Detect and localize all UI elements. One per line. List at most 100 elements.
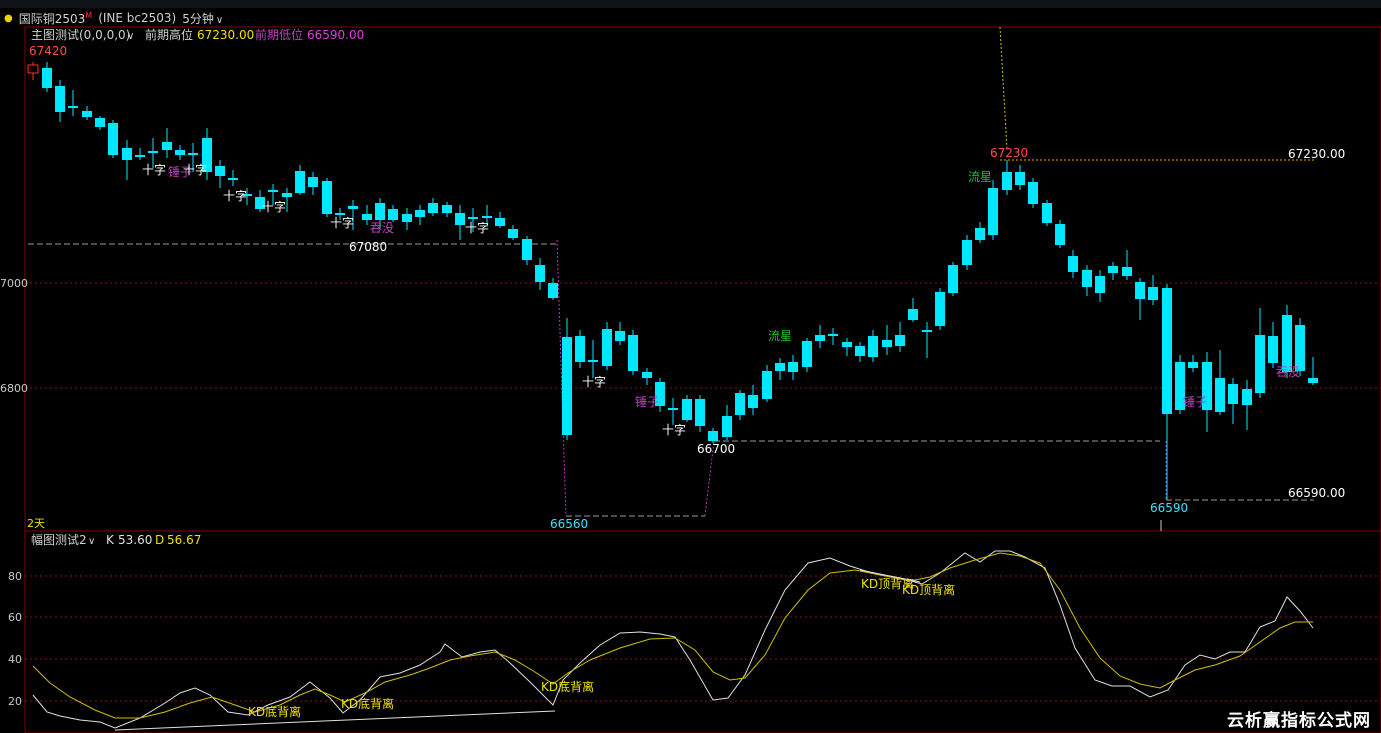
candle-body (162, 142, 172, 150)
candle-body (1042, 203, 1052, 223)
main-indicator-chevron-icon[interactable]: ∨ (127, 31, 134, 42)
pattern-label: 锤子 (1183, 394, 1207, 409)
sub-indicator-name[interactable]: 幅图测试2 (31, 532, 87, 547)
candle-body (68, 106, 78, 108)
candle-body (522, 239, 532, 260)
candle-body (228, 178, 238, 180)
d-label: D (155, 533, 164, 547)
candlestick (55, 80, 65, 122)
candle-body (855, 346, 865, 356)
candle-body (348, 206, 358, 209)
divergence-label: KD底背离 (341, 696, 394, 711)
candlestick (522, 236, 532, 265)
candlestick (682, 395, 692, 422)
prev-low-value: 66590.00 (307, 28, 364, 42)
candle-body (1215, 378, 1225, 412)
candlestick (308, 172, 318, 195)
divergence-label-layer: KD底背离KD底背离KD底背离KD顶背离KD顶背离 (248, 576, 955, 719)
sub-indicator-chevron-icon[interactable]: ∨ (88, 536, 95, 547)
candle-body (468, 217, 478, 219)
divergence-label: KD底背离 (248, 704, 301, 719)
candlestick (882, 325, 892, 355)
candlestick (295, 165, 305, 195)
price-annotation: 67080 (349, 240, 387, 254)
candlestick (788, 355, 798, 380)
candlestick (1095, 270, 1105, 302)
candle-body (27, 64, 39, 74)
candlestick (1135, 278, 1145, 320)
candle-body (802, 341, 812, 367)
candle-body (1028, 182, 1038, 204)
candlestick (1255, 308, 1265, 398)
candle-body (988, 188, 998, 235)
candlestick (895, 322, 905, 352)
candle-body (842, 342, 852, 347)
candlestick (428, 198, 438, 216)
d-line (32, 552, 1313, 719)
candle-body (895, 335, 905, 346)
price-annotation-layer: 67420 67080 66700 66560 67230 66590 67230.00 66… (29, 44, 1345, 531)
candlestick (762, 365, 772, 402)
candlestick (455, 205, 465, 240)
price-annotation: 66590 (1150, 501, 1188, 515)
candlestick (1188, 355, 1198, 372)
candlestick (1108, 262, 1118, 280)
candle-body (308, 177, 318, 187)
candlestick (628, 330, 638, 375)
candle-body (1135, 282, 1145, 299)
candle-body (775, 363, 785, 371)
candlestick (508, 225, 518, 240)
candle-body (442, 205, 452, 213)
y-axis-label-7000: 7000 (0, 277, 28, 290)
candlestick (708, 428, 718, 443)
candle-body (602, 329, 612, 366)
candle-body (1242, 389, 1252, 405)
candle-body (1108, 266, 1118, 273)
candle-body (42, 68, 52, 88)
divergence-label: KD顶背离 (902, 582, 955, 597)
chart-canvas[interactable]: 主图测试(0,0,0,0) ∨ 前期高位 67230.00 前期低位 66590… (0, 0, 1381, 733)
candlestick (388, 205, 398, 222)
candle-body (135, 155, 145, 157)
candle-body (535, 265, 545, 282)
connector-high (999, 26, 1008, 151)
candle-body (815, 335, 825, 341)
candle-body (1188, 362, 1198, 368)
candle-body (615, 331, 625, 341)
candle-body (828, 334, 838, 336)
candle-body (508, 229, 518, 238)
candle-body (722, 416, 732, 437)
pattern-label: 十字 (183, 162, 207, 177)
pattern-label: 吞没 (1276, 364, 1300, 379)
candlestick (1215, 350, 1225, 415)
k-value: 53.60 (118, 533, 152, 547)
candle-body (882, 340, 892, 347)
candlestick (562, 318, 572, 440)
sub-y-label-60: 60 (8, 611, 22, 624)
candlestick (735, 390, 745, 420)
pattern-label: 流星 (768, 329, 792, 343)
candle-body (948, 265, 958, 293)
candle-body (588, 360, 598, 362)
candlestick (1082, 265, 1092, 296)
candle-body (1268, 336, 1278, 363)
candle-body (575, 336, 585, 362)
candle-body (415, 210, 425, 217)
candle-body (388, 209, 398, 220)
candlestick (842, 338, 852, 356)
candlestick (1042, 200, 1052, 226)
candlestick (548, 278, 558, 300)
candlestick (1055, 220, 1065, 248)
candle-body (762, 371, 772, 399)
candle-body (482, 216, 492, 218)
price-annotation: 66560 (550, 517, 588, 531)
candle-body (695, 399, 705, 426)
candlestick (602, 322, 612, 370)
candlestick (1122, 250, 1132, 280)
candlestick (135, 148, 145, 160)
candlestick (1028, 178, 1038, 208)
pattern-label: 十字 (142, 162, 166, 177)
main-indicator-name[interactable]: 主图测试(0,0,0,0) (31, 27, 130, 42)
candlestick (948, 262, 958, 296)
candlestick (1068, 250, 1078, 278)
